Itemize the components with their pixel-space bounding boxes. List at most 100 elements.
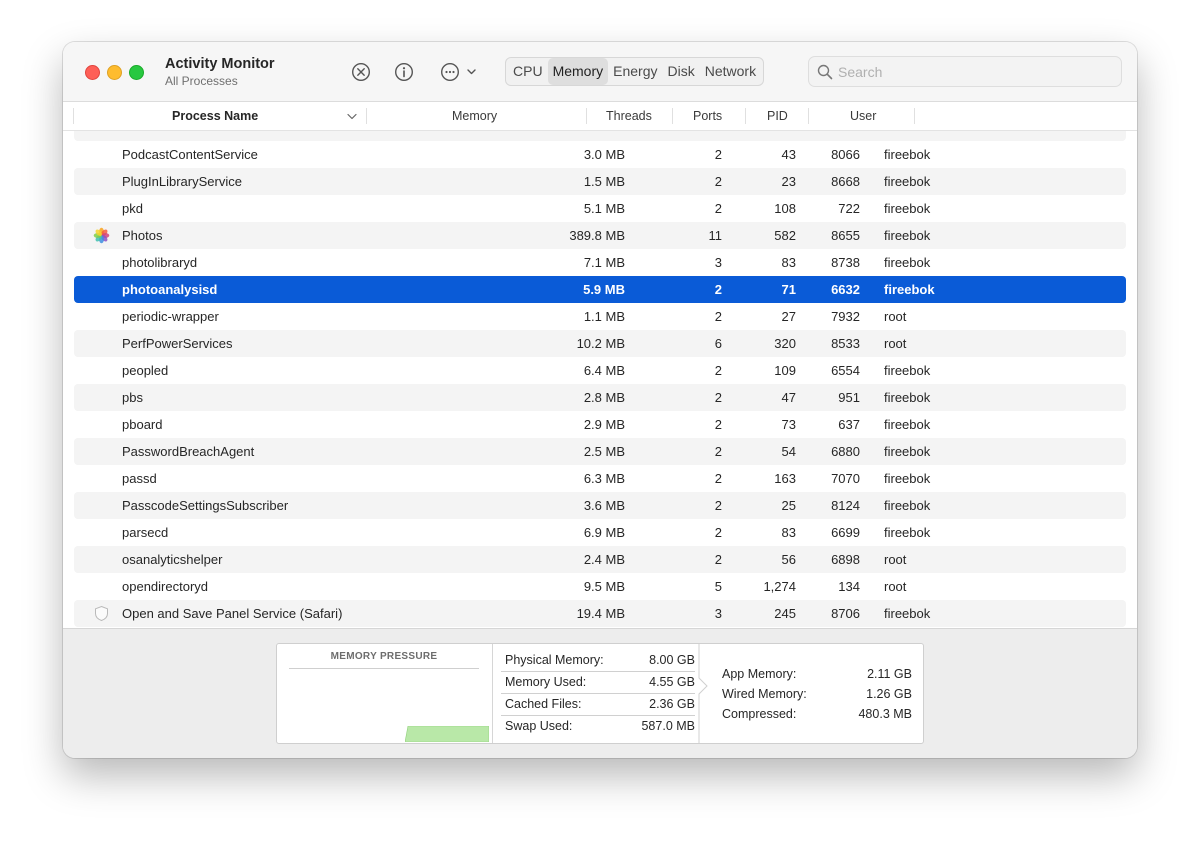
table-row[interactable]: pbs 2.8 MB 2 47 951 fireebok xyxy=(74,384,1126,411)
cell-pid: 7070 xyxy=(831,471,860,486)
table-row[interactable]: PerfPowerServices 10.2 MB 6 320 8533 root xyxy=(74,330,1126,357)
cell-user: fireebok xyxy=(884,201,931,216)
stat-physical-memory: Physical Memory: 8.00 GB xyxy=(505,649,695,671)
cell-user: fireebok xyxy=(884,363,931,378)
column-header-ports[interactable]: Ports xyxy=(693,102,722,130)
table-row[interactable]: periodic-wrapper 1.1 MB 2 27 7932 root xyxy=(74,303,1126,330)
table-row[interactable]: PlugInLibraryService 1.5 MB 2 23 8668 fireebo… xyxy=(74,168,1126,195)
cell-user: fireebok xyxy=(884,525,931,540)
close-circle-icon xyxy=(351,62,371,82)
panel-divider xyxy=(492,644,493,743)
cell-pid: 8124 xyxy=(831,498,860,513)
table-row[interactable] xyxy=(74,131,1126,141)
tab-network[interactable]: Network xyxy=(700,58,761,85)
cell-name: photoanalysisd xyxy=(122,282,218,297)
cell-name: peopled xyxy=(122,363,169,378)
cell-pid: 6898 xyxy=(831,552,860,567)
tab-memory[interactable]: Memory xyxy=(547,58,609,85)
info-icon xyxy=(394,62,414,82)
cell-pid: 134 xyxy=(838,579,860,594)
tab-disk[interactable]: Disk xyxy=(662,58,699,85)
cell-user: fireebok xyxy=(884,471,931,486)
cell-pid: 6554 xyxy=(831,363,860,378)
column-header-process-name[interactable]: Process Name xyxy=(172,102,258,130)
close-window-button[interactable] xyxy=(85,65,100,80)
table-row[interactable]: photolibraryd 7.1 MB 3 83 8738 fireebok xyxy=(74,249,1126,276)
cell-user: fireebok xyxy=(884,282,935,297)
memory-pressure-graph xyxy=(405,726,489,742)
stat-memory-used: Memory Used: 4.55 GB xyxy=(505,671,695,693)
search-field[interactable]: Search xyxy=(808,56,1122,87)
stat-wired-memory: Wired Memory: 1.26 GB xyxy=(722,687,912,707)
cell-name: Open and Save Panel Service (Safari) xyxy=(122,606,343,621)
column-header-user[interactable]: User xyxy=(850,102,876,130)
bracket-divider xyxy=(698,644,708,743)
column-header-memory[interactable]: Memory xyxy=(452,102,497,130)
cell-user: root xyxy=(884,552,907,567)
cell-pid: 6699 xyxy=(831,525,860,540)
stat-value: 2.36 GB xyxy=(649,697,695,711)
cell-name: Photos xyxy=(122,228,163,243)
process-table: PodcastContentService 3.0 MB 2 43 8066 fireeb… xyxy=(63,131,1137,627)
minimize-window-button[interactable] xyxy=(107,65,122,80)
cell-user: root xyxy=(884,309,907,324)
cell-name: pkd xyxy=(122,201,143,216)
table-row[interactable]: osanalyticshelper 2.4 MB 2 56 6898 root xyxy=(74,546,1126,573)
table-row[interactable]: Open and Save Panel Service (Safari) 19.4… xyxy=(74,600,1126,627)
cell-pid: 637 xyxy=(838,417,860,432)
cell-user: fireebok xyxy=(884,498,931,513)
column-header-threads[interactable]: Threads xyxy=(606,102,652,130)
stat-compressed: Compressed: 480.3 MB xyxy=(722,707,912,727)
table-row[interactable]: passd 6.3 MB 2 163 7070 fireebok xyxy=(74,465,1126,492)
cell-name: PlugInLibraryService xyxy=(122,174,242,189)
stop-process-button[interactable] xyxy=(351,62,371,82)
stat-swap-used: Swap Used: 587.0 MB xyxy=(505,715,695,737)
table-row[interactable]: Photos 389.8 MB 11 582 8655 fireebok xyxy=(74,222,1126,249)
table-row[interactable]: opendirectoryd 9.5 MB 5 1,274 134 root xyxy=(74,573,1126,600)
sort-chevron-down-icon xyxy=(347,113,357,120)
cell-user: fireebok xyxy=(884,255,931,270)
table-row[interactable]: pboard 2.9 MB 2 73 637 fireebok xyxy=(74,411,1126,438)
table-row[interactable]: parsecd 6.9 MB 2 83 6699 fireebok xyxy=(74,519,1126,546)
cell-pid: 8738 xyxy=(831,255,860,270)
cell-name: PasswordBreachAgent xyxy=(122,444,255,459)
table-row-selected[interactable]: photoanalysisd 5.9 MB 2 71 6632 fireebok xyxy=(74,276,1126,303)
table-row[interactable]: peopled 6.4 MB 2 109 6554 fireebok xyxy=(74,357,1126,384)
cell-name: photolibraryd xyxy=(122,255,198,270)
stat-value: 4.55 GB xyxy=(649,675,695,689)
table-row[interactable]: pkd 5.1 MB 2 108 722 fireebok xyxy=(74,195,1126,222)
cell-pid: 6632 xyxy=(831,282,860,297)
search-placeholder: Search xyxy=(838,64,883,80)
cell-name: passd xyxy=(122,471,157,486)
table-row[interactable]: PasscodeSettingsSubscriber 3.6 MB 2 25 8124 f… xyxy=(74,492,1126,519)
table-row[interactable]: PodcastContentService 3.0 MB 2 43 8066 fireeb… xyxy=(74,141,1126,168)
stat-label: App Memory: xyxy=(722,667,797,681)
shield-icon xyxy=(95,605,108,622)
column-header-pid[interactable]: PID xyxy=(767,102,788,130)
stat-value: 587.0 MB xyxy=(641,719,695,733)
tab-energy[interactable]: Energy xyxy=(608,58,662,85)
stat-label: Physical Memory: xyxy=(505,653,604,667)
cell-user: fireebok xyxy=(884,228,931,243)
cell-name: parsecd xyxy=(122,525,169,540)
cell-user: root xyxy=(884,579,907,594)
cell-pid: 8706 xyxy=(831,606,860,621)
cell-pid: 8668 xyxy=(831,174,860,189)
tab-cpu[interactable]: CPU xyxy=(508,58,548,85)
cell-user: fireebok xyxy=(884,147,931,162)
stat-label: Wired Memory: xyxy=(722,687,807,701)
stat-value: 2.11 GB xyxy=(867,667,912,681)
window-subtitle: All Processes xyxy=(165,74,238,88)
view-tabs: CPU Memory Energy Disk Network xyxy=(505,57,765,86)
cell-pid: 7932 xyxy=(831,309,860,324)
cell-pid: 8655 xyxy=(831,228,860,243)
photos-app-icon xyxy=(93,227,110,244)
cell-user: fireebok xyxy=(884,417,931,432)
window-title: Activity Monitor xyxy=(165,56,275,72)
inspect-process-button[interactable] xyxy=(394,62,414,82)
more-actions-button[interactable] xyxy=(440,62,480,82)
table-row[interactable]: PasswordBreachAgent 2.5 MB 2 54 6880 fireebok xyxy=(74,438,1126,465)
cell-name: pboard xyxy=(122,417,163,432)
zoom-window-button[interactable] xyxy=(129,65,144,80)
stat-value: 1.26 GB xyxy=(866,687,912,701)
